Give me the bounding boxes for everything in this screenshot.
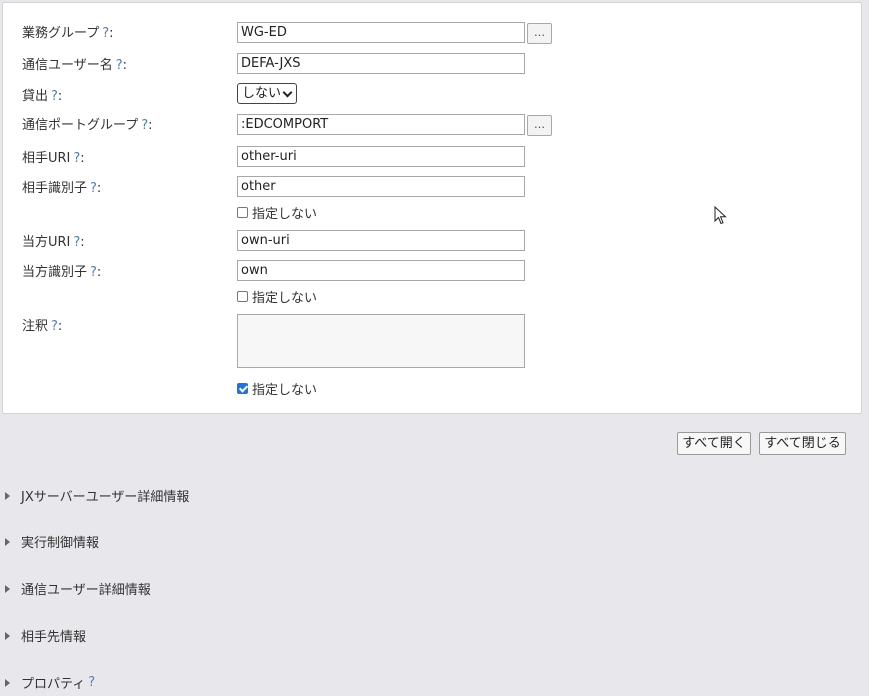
settings-form-panel: 業務グループ?: WG-ED … 通信ユーザー名?: DEFA-JXS 貸出?:… xyxy=(2,2,862,414)
expand-triangle-icon xyxy=(5,491,10,500)
business-group-label-text: 業務グループ xyxy=(22,26,100,41)
own-id-label-text: 当方識別子 xyxy=(22,265,88,280)
note-label-text: 注釈 xyxy=(22,319,49,334)
label-colon: : xyxy=(122,58,128,73)
section-label: プロパティ xyxy=(21,677,86,692)
expand-all-button[interactable]: すべて開く xyxy=(677,432,751,455)
partner-id-help-icon[interactable]: ? xyxy=(90,181,97,196)
business-group-label: 業務グループ?: xyxy=(22,22,114,41)
section-label: 相手先情報 xyxy=(21,630,87,645)
label-colon: : xyxy=(109,26,114,41)
section-label: 実行制御情報 xyxy=(21,536,100,551)
expand-triangle-icon xyxy=(5,678,10,687)
section-execution-control[interactable]: 実行制御情報 xyxy=(5,532,99,551)
lending-select-value: しない xyxy=(242,86,282,101)
label-colon: : xyxy=(80,151,85,166)
own-id-help-icon[interactable]: ? xyxy=(90,265,97,280)
section-properties[interactable]: プロパティ ? xyxy=(5,673,95,692)
chevron-down-icon xyxy=(282,87,293,98)
comm-user-name-label: 通信ユーザー名?: xyxy=(22,54,127,73)
partner-id-unspecified-label: 指定しない xyxy=(252,207,318,222)
note-unspecified-label: 指定しない xyxy=(252,383,318,398)
comm-user-name-label-text: 通信ユーザー名 xyxy=(22,58,113,73)
note-label: 注釈?: xyxy=(22,315,62,334)
own-id-label: 当方識別子?: xyxy=(22,261,101,280)
partner-uri-input[interactable]: other-uri xyxy=(237,146,525,167)
own-id-input[interactable]: own xyxy=(237,260,525,281)
section-comm-user-details[interactable]: 通信ユーザー詳細情報 xyxy=(5,579,151,598)
label-colon: : xyxy=(96,265,102,280)
note-unspecified-checkbox[interactable]: 指定しない xyxy=(237,379,317,398)
own-uri-label: 当方URI?: xyxy=(22,231,85,250)
collapse-all-button[interactable]: すべて閉じる xyxy=(759,432,846,455)
expand-triangle-icon xyxy=(5,584,10,593)
label-colon: : xyxy=(80,235,85,250)
expand-triangle-icon xyxy=(5,537,10,546)
partner-id-unspecified-checkbox[interactable]: 指定しない xyxy=(237,203,317,222)
mouse-pointer-icon xyxy=(714,206,727,225)
section-partner-info[interactable]: 相手先情報 xyxy=(5,626,86,645)
partner-id-label: 相手識別子?: xyxy=(22,177,101,196)
own-uri-input[interactable]: own-uri xyxy=(237,230,525,251)
section-label: 通信ユーザー詳細情報 xyxy=(21,583,151,598)
business-group-input[interactable]: WG-ED xyxy=(237,22,525,43)
checkbox-unchecked[interactable] xyxy=(237,207,248,218)
lending-label: 貸出?: xyxy=(22,85,62,104)
comm-user-name-input[interactable]: DEFA-JXS xyxy=(237,53,525,74)
own-uri-label-text: 当方URI xyxy=(22,235,71,250)
business-group-browse-button[interactable]: … xyxy=(527,23,552,44)
comm-port-group-label: 通信ポートグループ?: xyxy=(22,114,153,133)
comm-user-name-help-icon[interactable]: ? xyxy=(116,58,123,73)
own-id-unspecified-checkbox[interactable]: 指定しない xyxy=(237,287,317,306)
properties-help-icon[interactable]: ? xyxy=(88,675,95,690)
lending-label-text: 貸出 xyxy=(22,89,49,104)
expand-triangle-icon xyxy=(5,631,10,640)
label-colon: : xyxy=(96,181,102,196)
partner-uri-label-text: 相手URI xyxy=(22,151,71,166)
label-colon: : xyxy=(57,89,63,104)
partner-uri-label: 相手URI?: xyxy=(22,147,85,166)
partner-id-input[interactable]: other xyxy=(237,176,525,197)
label-colon: : xyxy=(148,118,153,133)
comm-port-group-browse-button[interactable]: … xyxy=(527,115,552,136)
comm-port-group-label-text: 通信ポートグループ xyxy=(22,118,139,133)
partner-id-label-text: 相手識別子 xyxy=(22,181,88,196)
checkbox-checked[interactable] xyxy=(237,383,248,394)
label-colon: : xyxy=(57,319,63,334)
checkbox-unchecked[interactable] xyxy=(237,291,248,302)
lending-help-icon[interactable]: ? xyxy=(51,89,58,104)
note-help-icon[interactable]: ? xyxy=(51,319,58,334)
note-textarea[interactable] xyxy=(237,314,525,368)
comm-port-group-input[interactable]: :EDCOMPORT xyxy=(237,114,525,135)
section-jx-server-user-details[interactable]: JXサーバーユーザー詳細情報 xyxy=(5,486,189,505)
own-id-unspecified-label: 指定しない xyxy=(252,291,318,306)
lending-select[interactable]: しない xyxy=(237,83,297,104)
section-label: JXサーバーユーザー詳細情報 xyxy=(21,490,190,505)
